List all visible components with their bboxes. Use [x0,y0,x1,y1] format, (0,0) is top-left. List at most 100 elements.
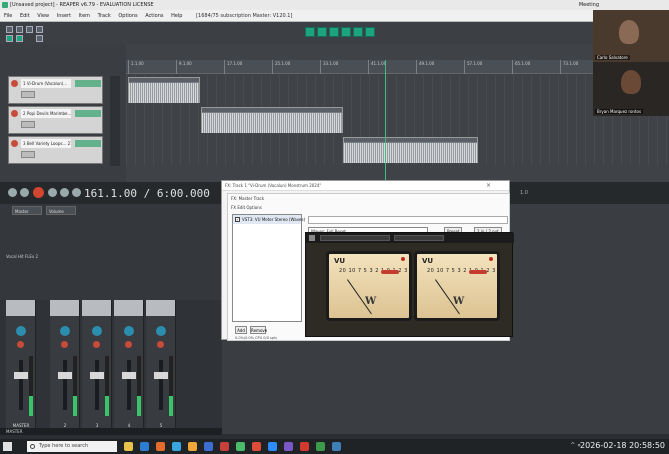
fader-cap[interactable] [14,372,28,379]
pan-knob[interactable] [124,326,134,336]
volume-fader[interactable] [159,360,163,410]
pan-knob[interactable] [60,326,70,336]
mixer-strip[interactable]: 3 [82,300,112,434]
track-name[interactable]: 3 Bell Variety Loops... 2140 [21,139,71,148]
ripple-icon[interactable] [36,35,43,42]
pan-knob[interactable] [156,326,166,336]
record-arm-icon[interactable] [157,341,164,348]
media-item[interactable] [128,77,200,103]
menu-item[interactable]: Item [79,13,90,19]
menu-view[interactable]: View [37,13,49,19]
mixer-volume-button[interactable]: Volume [46,206,76,215]
fader-cap[interactable] [58,372,72,379]
track-fx-buttons[interactable] [110,136,120,166]
windows-start-icon[interactable] [3,442,12,451]
volume-slider[interactable] [75,140,101,147]
menu-track[interactable]: Track [98,13,111,19]
track-fx-buttons[interactable] [110,106,120,136]
track-header-3[interactable]: 3 Bell Variety Loops... 2140 [8,136,103,164]
folder-app-icon[interactable] [124,442,133,451]
volume-fader[interactable] [95,360,99,410]
track-name[interactable]: 2 Popi Devils Marimbe... 2144 [21,109,71,118]
volume-slider[interactable] [75,80,101,87]
volume-slider[interactable] [75,110,101,117]
track-lane-1[interactable] [126,75,669,105]
enable-checkbox[interactable]: ✓ [235,217,240,222]
app-icon[interactable] [188,442,197,451]
menu-options[interactable]: Options [118,13,137,19]
loop-icon[interactable] [305,27,315,37]
metronome-icon[interactable] [317,27,327,37]
edge-app-icon[interactable] [172,442,181,451]
reaper-taskbar-icon[interactable] [300,442,309,451]
volume-fader[interactable] [63,360,67,410]
playhead-cursor[interactable] [385,60,386,182]
record-arm-icon[interactable] [125,341,132,348]
tempo-icon[interactable] [329,27,339,37]
volume-fader[interactable] [19,360,23,410]
mixer-strip[interactable]: 2 [50,300,80,434]
close-icon[interactable]: × [486,182,491,189]
playrate[interactable]: 1.0 [520,190,528,196]
clock[interactable]: 2026-02-18 20:58:50 [580,441,665,450]
fx-search-bar[interactable] [308,216,508,224]
pan-knob[interactable] [92,326,102,336]
remove-fx-button[interactable]: Remove [250,326,267,334]
menu-insert[interactable]: Insert [57,13,71,19]
browser-app-icon[interactable] [140,442,149,451]
record-arm-icon[interactable] [11,110,18,117]
menu-help[interactable]: Help [171,13,182,19]
fader-cap[interactable] [90,372,104,379]
app-icon[interactable] [204,442,213,451]
settings-icon[interactable] [36,26,43,33]
app-icon[interactable] [284,442,293,451]
record-arm-icon[interactable] [11,140,18,147]
mixer-strip[interactable]: 5 [146,300,176,434]
fx-chain-item[interactable]: ✓ VST3: VU Meter Stereo (Waves) [233,215,305,224]
play-icon[interactable] [48,188,57,197]
media-item[interactable] [201,107,343,133]
record-arm-icon[interactable] [17,341,24,348]
track-name[interactable]: 1 Vi-Drum (Vacalun)... [21,79,71,88]
app-icon[interactable] [316,442,325,451]
loop-toggle-icon[interactable] [72,188,81,197]
fader-cap[interactable] [122,372,136,379]
new-project-icon[interactable] [6,26,13,33]
timeline-ruler[interactable]: 1.1.00 9.1.00 17.1.00 25.1.00 33.1.00 41… [126,60,669,74]
skip-start-icon[interactable] [8,188,17,197]
record-arm-icon[interactable] [93,341,100,348]
zoom-app-icon[interactable] [268,442,277,451]
open-project-icon[interactable] [16,26,23,33]
marker-icon[interactable] [341,27,351,37]
record-icon[interactable] [33,187,44,198]
record-arm-icon[interactable] [61,341,68,348]
app-icon[interactable] [220,442,229,451]
mixer-master-button[interactable]: Master [12,206,42,215]
menu-actions[interactable]: Actions [145,13,163,19]
menu-file[interactable]: File [4,13,12,19]
app-icon[interactable] [252,442,261,451]
pan-knob[interactable] [16,326,26,336]
track-sub-button[interactable] [21,121,35,128]
mixer-strip[interactable]: 4 [114,300,144,434]
track-sub-button[interactable] [21,91,35,98]
track-fx-buttons[interactable] [110,76,120,106]
snap-icon[interactable] [16,35,23,42]
menu-edit[interactable]: Edit [20,13,30,19]
app-icon[interactable] [236,442,245,451]
grid-icon[interactable] [6,35,13,42]
fader-cap[interactable] [154,372,168,379]
envelope-icon[interactable] [365,27,375,37]
app-icon[interactable] [332,442,341,451]
plugin-preset-field[interactable] [394,235,444,241]
fx-menu[interactable]: FX Edit Options [231,205,262,210]
stop-icon[interactable] [20,188,29,197]
volume-fader[interactable] [127,360,131,410]
record-arm-icon[interactable] [11,80,18,87]
mixer-strip[interactable]: MASTER [6,300,36,434]
plugin-setup-field[interactable] [320,235,390,241]
track-sub-button[interactable] [21,151,35,158]
media-item[interactable] [343,137,478,163]
track-header-2[interactable]: 2 Popi Devils Marimbe... 2144 [8,106,103,134]
track-header-1[interactable]: 1 Vi-Drum (Vacalun)... [8,76,103,104]
